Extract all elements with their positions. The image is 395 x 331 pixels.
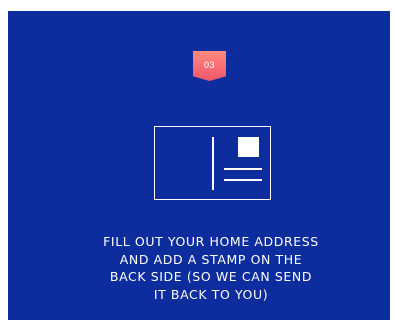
- stamp-icon: [238, 137, 259, 157]
- step-number: 03: [203, 59, 215, 70]
- postcard-divider: [212, 137, 214, 190]
- instructions-line: BACK SIDE (SO WE CAN SEND: [109, 269, 313, 284]
- address-line: [224, 168, 262, 170]
- instructions-line: AND ADD A STAMP ON THE: [119, 251, 303, 267]
- step-card: 03 FILL OUT YOUR HOME ADDRESS AND ADD A …: [8, 11, 390, 320]
- instructions-line: FILL OUT YOUR HOME ADDRESS: [103, 234, 319, 249]
- instructions-line: IT BACK TO YOU): [153, 286, 269, 302]
- address-line: [224, 179, 262, 181]
- postcard-icon: [154, 126, 271, 200]
- step-number-badge: 03: [193, 51, 226, 81]
- instructions-text: FILL OUT YOUR HOME ADDRESS AND ADD A STA…: [68, 233, 354, 303]
